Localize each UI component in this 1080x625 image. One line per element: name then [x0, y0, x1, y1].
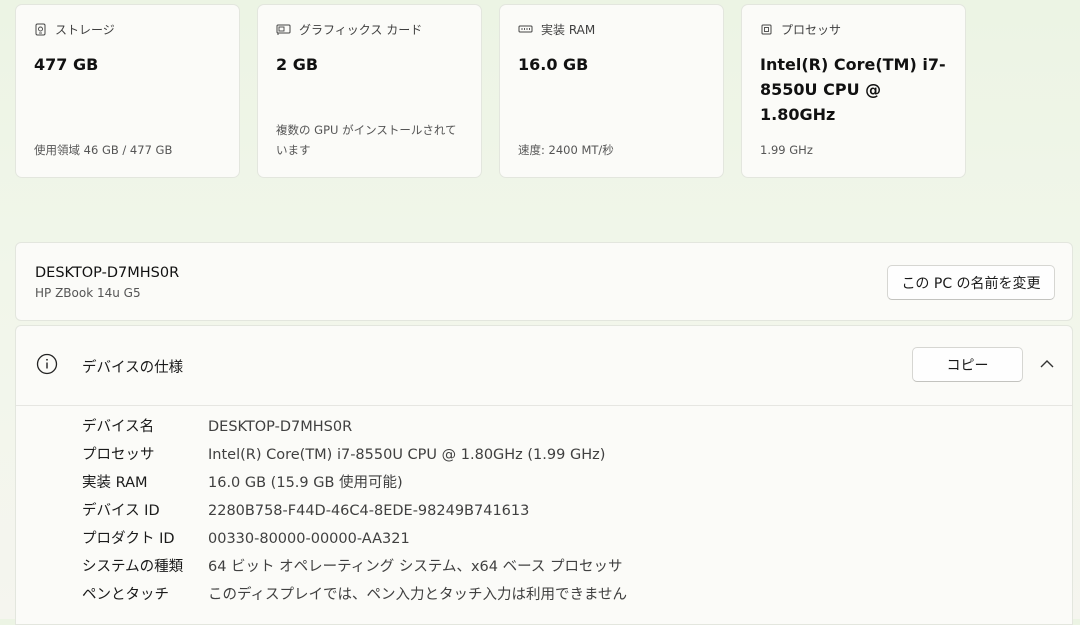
- processor-card-value: Intel(R) Core(TM) i7-8550U CPU @ 1.80GHz: [760, 55, 946, 124]
- processor-card[interactable]: プロセッサ Intel(R) Core(TM) i7-8550U CPU @ 1…: [741, 4, 966, 178]
- storage-card-sub: 使用領域 46 GB / 477 GB: [34, 143, 173, 157]
- processor-icon: [761, 24, 772, 35]
- spec-value: 16.0 GB (15.9 GB 使用可能): [208, 475, 403, 491]
- spec-key: プロダクト ID: [82, 531, 175, 547]
- copy-button[interactable]: コピー: [912, 347, 1023, 382]
- graphics-card-value: 2 GB: [276, 55, 319, 74]
- ram-card-sub: 速度: 2400 MT/秒: [518, 143, 614, 157]
- storage-icon: [35, 23, 46, 36]
- processor-card-sub: 1.99 GHz: [760, 143, 813, 157]
- spec-key: プロセッサ: [82, 447, 155, 463]
- pc-name-panel: DESKTOP-D7MHS0R HP ZBook 14u G5 この PC の名…: [15, 242, 1073, 321]
- graphics-card[interactable]: グラフィックス カード 2 GB 複数の GPU がインストールされています: [257, 4, 482, 178]
- storage-card-value: 477 GB: [34, 55, 99, 74]
- ram-card-title: 実装 RAM: [541, 23, 596, 37]
- ram-icon: [518, 25, 533, 33]
- ram-card[interactable]: 実装 RAM 16.0 GB 速度: 2400 MT/秒: [499, 4, 724, 178]
- processor-card-title: プロセッサ: [781, 23, 842, 37]
- info-icon: [36, 353, 58, 375]
- spec-value: 64 ビット オペレーティング システム、x64 ベース プロセッサ: [208, 559, 623, 575]
- pc-name: DESKTOP-D7MHS0R: [35, 265, 180, 281]
- spec-key: システムの種類: [82, 559, 184, 575]
- graphics-card-sub: 複数の GPU がインストールされています: [276, 123, 457, 157]
- spec-key: ペンとタッチ: [82, 587, 169, 603]
- ram-card-value: 16.0 GB: [518, 55, 589, 74]
- graphics-card-title: グラフィックス カード: [299, 23, 423, 37]
- pc-model: HP ZBook 14u G5: [35, 286, 141, 300]
- spec-value: DESKTOP-D7MHS0R: [208, 419, 353, 435]
- graphics-card-header: グラフィックス カード: [276, 21, 463, 38]
- storage-card-header: ストレージ: [34, 21, 221, 38]
- processor-card-header: プロセッサ: [760, 21, 947, 38]
- storage-card-title: ストレージ: [55, 23, 115, 37]
- storage-card[interactable]: ストレージ 477 GB 使用領域 46 GB / 477 GB: [15, 4, 240, 178]
- spec-value: このディスプレイでは、ペン入力とタッチ入力は利用できません: [208, 587, 628, 603]
- spec-key: デバイス ID: [82, 503, 160, 519]
- spec-value: 2280B758-F44D-46C4-8EDE-98249B741613: [208, 503, 530, 519]
- rename-pc-button[interactable]: この PC の名前を変更: [887, 265, 1055, 300]
- ram-card-header: 実装 RAM: [518, 21, 705, 38]
- chevron-up-icon[interactable]: [1037, 357, 1057, 371]
- device-specs-header[interactable]: デバイスの仕様 コピー: [16, 326, 1072, 406]
- spec-key: デバイス名: [82, 419, 155, 435]
- device-specs-title: デバイスの仕様: [82, 360, 184, 376]
- graphics-card-icon: [276, 24, 291, 35]
- spec-key: 実装 RAM: [82, 475, 148, 491]
- spec-value: 00330-80000-00000-AA321: [208, 531, 410, 547]
- spec-value: Intel(R) Core(TM) i7-8550U CPU @ 1.80GHz…: [208, 447, 606, 463]
- device-specs-panel: デバイスの仕様 コピー デバイス名 DESKTOP-D7MHS0R プロセッサ …: [15, 325, 1073, 625]
